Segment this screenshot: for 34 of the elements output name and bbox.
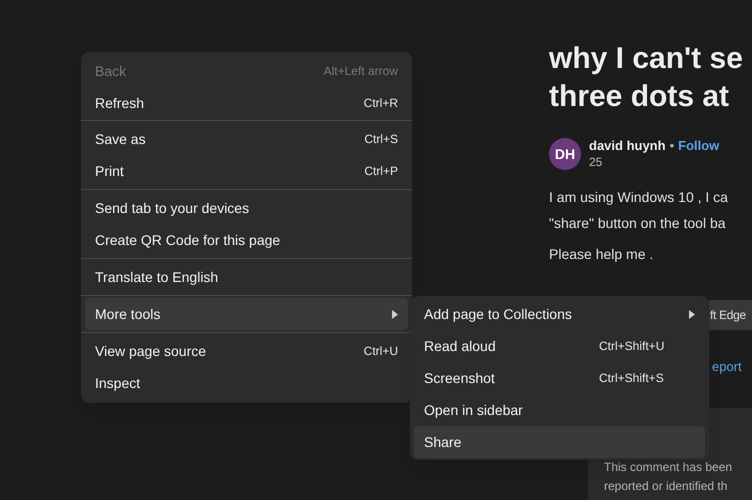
body-text: I am using Windows 10 , I ca (549, 188, 729, 207)
avatar: DH (549, 138, 581, 170)
separator-dot: • (670, 138, 674, 154)
shortcut-label: Ctrl+R (364, 95, 398, 112)
article-title: why I can't se (549, 41, 744, 77)
menu-item[interactable]: View page source Ctrl+U (85, 335, 408, 367)
shortcut-label: Alt+Left arrow (324, 63, 398, 80)
menu-item[interactable]: Add page to Collections (414, 298, 705, 330)
menu-item[interactable]: Inspect (85, 367, 408, 399)
caret-right-icon (689, 310, 695, 318)
shortcut-label: Ctrl+P (364, 163, 398, 180)
caret-right-icon (392, 310, 398, 318)
follow-link[interactable]: Follow (678, 138, 720, 154)
menu-item[interactable]: Save as Ctrl+S (85, 123, 408, 155)
article-title: three dots at (549, 79, 730, 115)
menu-item[interactable]: Read aloud Ctrl+Shift+U (414, 330, 705, 362)
shortcut-label: Ctrl+Shift+S (599, 370, 665, 387)
shortcut-label: Ctrl+Shift+U (599, 338, 666, 355)
body-text: Please help me . (549, 245, 654, 264)
menu-item[interactable]: Print Ctrl+P (85, 155, 408, 187)
menu-item[interactable]: Refresh Ctrl+R (85, 87, 408, 119)
author-count: 25 (589, 154, 604, 170)
edge-button[interactable]: ft Edge (709, 300, 752, 330)
shortcut-label: Ctrl+S (364, 131, 398, 148)
report-link[interactable]: eport (712, 357, 742, 376)
menu-item[interactable]: Send tab to your devices (85, 192, 408, 224)
shortcut-label: Ctrl+U (364, 343, 398, 360)
menu-item[interactable]: Translate to English (85, 261, 408, 293)
author-name[interactable]: david huynh (589, 138, 666, 154)
menu-item[interactable]: Create QR Code for this page (85, 224, 408, 256)
menu-item[interactable]: Share (414, 426, 705, 458)
body-text: "share" button on the tool ba (549, 214, 727, 233)
menu-item[interactable]: Screenshot Ctrl+Shift+S (414, 362, 705, 394)
menu-item[interactable]: More tools (85, 298, 408, 330)
